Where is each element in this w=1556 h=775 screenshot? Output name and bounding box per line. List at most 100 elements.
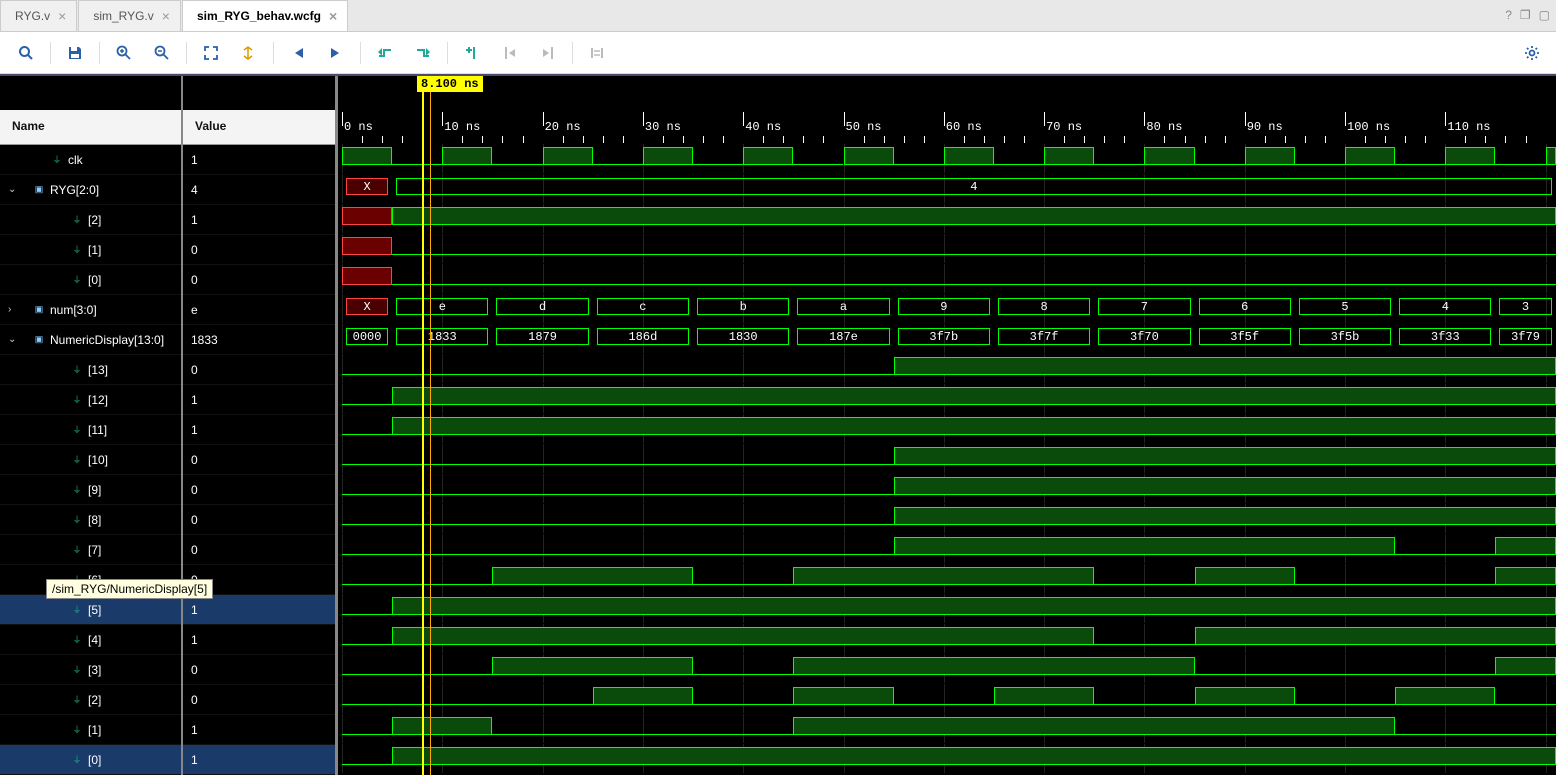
waveform-area[interactable]: 8.100 ns 0 ns10 ns20 ns30 ns40 ns50 ns60… bbox=[338, 76, 1556, 775]
wave-row[interactable] bbox=[338, 414, 1556, 444]
wave-row[interactable] bbox=[338, 744, 1556, 774]
signal-value-text: 1 bbox=[191, 723, 198, 737]
next-marker-icon[interactable] bbox=[532, 39, 564, 67]
maximize-icon[interactable]: ▢ bbox=[1539, 8, 1550, 22]
chevron-down-icon[interactable]: ⌄ bbox=[8, 334, 22, 345]
close-icon[interactable]: × bbox=[58, 8, 66, 24]
goto-cursor-icon[interactable] bbox=[233, 39, 265, 67]
save-icon[interactable] bbox=[59, 39, 91, 67]
tab-sim-ryg-v[interactable]: sim_RYG.v × bbox=[78, 0, 181, 31]
next-transition-icon[interactable] bbox=[407, 39, 439, 67]
signal-value-row: 0 bbox=[183, 445, 335, 475]
wave-row[interactable]: 000018331879186d1830187e3f7b3f7f3f703f5f… bbox=[338, 324, 1556, 354]
wave-row[interactable] bbox=[338, 684, 1556, 714]
wave-row[interactable] bbox=[338, 594, 1556, 624]
add-marker-icon[interactable] bbox=[456, 39, 488, 67]
wave-segment bbox=[342, 424, 392, 435]
signal-name-row[interactable]: ⏚[2] bbox=[0, 685, 181, 715]
help-icon[interactable]: ? bbox=[1505, 8, 1512, 22]
wave-row[interactable] bbox=[338, 504, 1556, 534]
restore-icon[interactable]: ❐ bbox=[1520, 8, 1531, 22]
signal-name-list[interactable]: ⏚clk⌄▣RYG[2:0]⏚[2]⏚[1]⏚[0]›▣num[3:0]⌄▣Nu… bbox=[0, 145, 181, 775]
signal-value-row: 1 bbox=[183, 415, 335, 445]
wave-row[interactable] bbox=[338, 654, 1556, 684]
name-header[interactable]: Name bbox=[0, 110, 181, 145]
signal-name-row[interactable]: ⏚[1] bbox=[0, 715, 181, 745]
wave-segment bbox=[1195, 687, 1295, 705]
signal-name-row[interactable]: ⏚[0] bbox=[0, 265, 181, 295]
ruler-tick-label: 70 ns bbox=[1046, 120, 1082, 134]
wave-segment bbox=[442, 147, 492, 165]
wave-segment bbox=[342, 267, 392, 285]
wave-row[interactable] bbox=[338, 204, 1556, 234]
signal-name-row[interactable]: ⏚[11] bbox=[0, 415, 181, 445]
wave-row[interactable] bbox=[338, 384, 1556, 414]
wave-row[interactable] bbox=[338, 624, 1556, 654]
signal-name-row[interactable]: ⏚[8] bbox=[0, 505, 181, 535]
wave-row[interactable] bbox=[338, 534, 1556, 564]
wave-segment bbox=[342, 514, 894, 525]
signal-name-row[interactable]: ⏚[7] bbox=[0, 535, 181, 565]
signal-name-text: [10] bbox=[88, 453, 108, 467]
wave-row[interactable] bbox=[338, 714, 1556, 744]
chevron-right-icon[interactable]: › bbox=[8, 304, 22, 315]
wave-row[interactable] bbox=[338, 474, 1556, 504]
cursor-line-secondary[interactable] bbox=[430, 90, 431, 775]
goto-start-icon[interactable] bbox=[282, 39, 314, 67]
cursor-time-label[interactable]: 8.100 ns bbox=[417, 76, 483, 92]
chevron-down-icon[interactable]: ⌄ bbox=[8, 184, 22, 195]
signal-name-row[interactable]: ⌄▣NumericDisplay[13:0] bbox=[0, 325, 181, 355]
bus-segment: 3f79 bbox=[1499, 328, 1551, 345]
signal-name-row[interactable]: ⏚[3] bbox=[0, 655, 181, 685]
prev-marker-icon[interactable] bbox=[494, 39, 526, 67]
wave-row[interactable] bbox=[338, 564, 1556, 594]
signal-name-row[interactable]: ⏚[13] bbox=[0, 355, 181, 385]
tab-ryg-v[interactable]: RYG.v × bbox=[0, 0, 77, 31]
goto-end-icon[interactable] bbox=[320, 39, 352, 67]
gear-icon[interactable] bbox=[1516, 39, 1548, 67]
tab-label: sim_RYG.v bbox=[93, 9, 153, 23]
tab-sim-ryg-behav-wcfg[interactable]: sim_RYG_behav.wcfg × bbox=[182, 0, 348, 31]
value-column: Value 14100e183301100000110011 bbox=[183, 76, 338, 775]
wave-row[interactable] bbox=[338, 444, 1556, 474]
waveform-rows[interactable]: X4 Xedcba9876543000018331879186d1830187e3… bbox=[338, 144, 1556, 775]
wave-segment bbox=[1144, 147, 1194, 165]
search-icon[interactable] bbox=[10, 39, 42, 67]
wave-row[interactable] bbox=[338, 144, 1556, 174]
wave-row[interactable] bbox=[338, 264, 1556, 294]
value-header[interactable]: Value bbox=[183, 110, 335, 145]
signal-name-row[interactable]: ⏚[4] bbox=[0, 625, 181, 655]
prev-transition-icon[interactable] bbox=[369, 39, 401, 67]
wave-segment bbox=[342, 237, 392, 255]
signal-name-row[interactable]: ⏚[9] bbox=[0, 475, 181, 505]
close-icon[interactable]: × bbox=[162, 8, 170, 24]
signal-name-row[interactable]: ⏚[2] bbox=[0, 205, 181, 235]
signal-name-row[interactable]: ⌄▣RYG[2:0] bbox=[0, 175, 181, 205]
wave-segment bbox=[693, 154, 743, 165]
signal-name-row[interactable]: ⏚clk bbox=[0, 145, 181, 175]
swap-markers-icon[interactable] bbox=[581, 39, 613, 67]
signal-name-text: [9] bbox=[88, 483, 101, 497]
signal-value-text: 1 bbox=[191, 213, 198, 227]
wave-row[interactable]: X4 bbox=[338, 174, 1556, 204]
signal-name-row[interactable]: ⏚[5] bbox=[0, 595, 181, 625]
signal-name-row[interactable]: ⏚[0] bbox=[0, 745, 181, 775]
zoom-fit-icon[interactable] bbox=[195, 39, 227, 67]
signal-name-row[interactable]: ⏚[10] bbox=[0, 445, 181, 475]
cursor-line[interactable] bbox=[422, 90, 424, 775]
wave-row[interactable]: Xedcba9876543 bbox=[338, 294, 1556, 324]
wave-row[interactable] bbox=[338, 354, 1556, 384]
wave-segment bbox=[793, 154, 843, 165]
zoom-in-icon[interactable] bbox=[108, 39, 140, 67]
signal-value-text: e bbox=[191, 303, 198, 317]
signal-name-row[interactable]: ⏚[1] bbox=[0, 235, 181, 265]
tab-label: sim_RYG_behav.wcfg bbox=[197, 9, 321, 23]
bus-segment: 6 bbox=[1199, 298, 1291, 315]
wave-row[interactable] bbox=[338, 234, 1556, 264]
signal-name-row[interactable]: ⏚[12] bbox=[0, 385, 181, 415]
close-icon[interactable]: × bbox=[329, 8, 337, 24]
ruler-tick-label: 0 ns bbox=[344, 120, 373, 134]
time-ruler[interactable]: 0 ns10 ns20 ns30 ns40 ns50 ns60 ns70 ns8… bbox=[338, 112, 1556, 144]
zoom-out-icon[interactable] bbox=[146, 39, 178, 67]
signal-name-row[interactable]: ›▣num[3:0] bbox=[0, 295, 181, 325]
